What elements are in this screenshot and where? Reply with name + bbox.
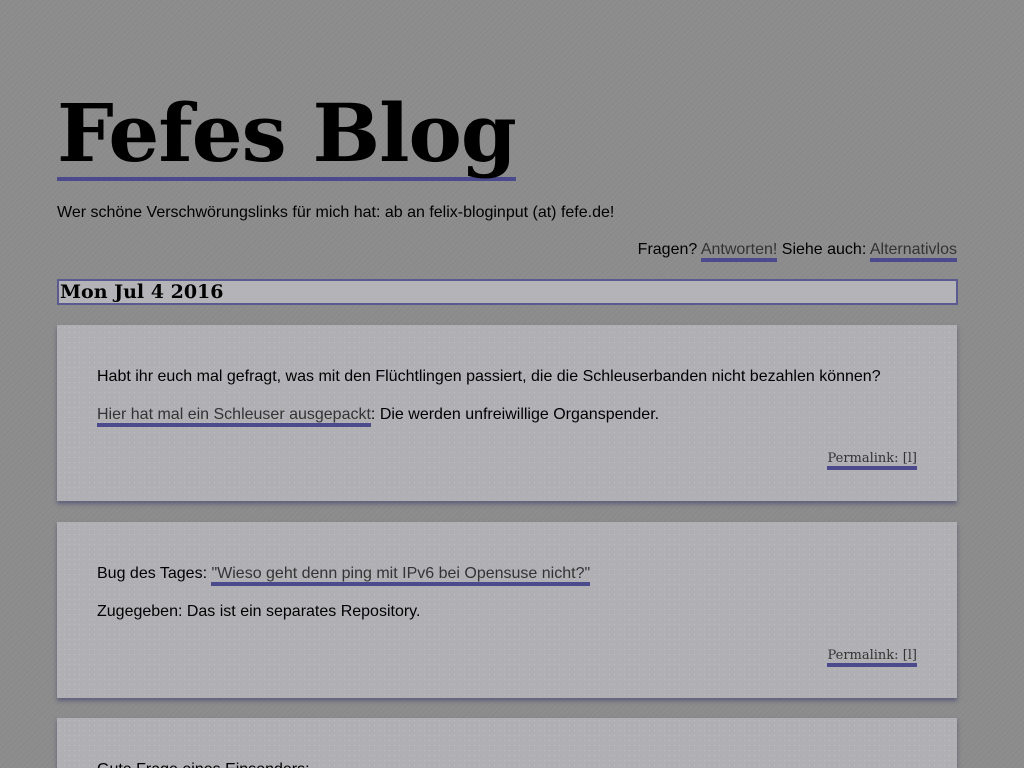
post-text: Gute Frage eines Einsenders: [97,760,310,768]
post-text-prefix: Bug des Tages: [97,565,212,582]
post-text: Habt ihr euch mal gefragt, was mit den F… [97,368,881,385]
blog-post: Bug des Tages: "Wieso geht denn ping mit… [57,522,957,698]
alternativlos-link[interactable]: Alternativlos [869,241,957,262]
blog-post: Gute Frage eines Einsenders: [57,718,957,768]
date-heading: Mon Jul 4 2016 [57,279,958,305]
post-text: Bug des Tages: "Wieso geht denn ping mit… [97,564,591,586]
post-text-rest: : Die werden unfreiwillige Organspender. [370,406,660,423]
permalink-link[interactable]: Permalink: [l] [827,648,917,667]
site-tagline: Wer schöne Verschwörungslinks für mich h… [57,204,615,221]
post-text: Zugegeben: Das ist ein separates Reposit… [97,603,421,620]
post-link[interactable]: "Wieso geht denn ping mit IPv6 bei Opens… [211,565,591,586]
permalink: Permalink: [l] [827,648,917,667]
blog-post: Habt ihr euch mal gefragt, was mit den F… [57,325,957,501]
permalink-link[interactable]: Permalink: [l] [827,451,917,470]
top-nav: Fragen? Antworten! Siehe auch: Alternati… [637,240,957,262]
post-link[interactable]: Hier hat mal ein Schleuser ausgepackt [97,406,371,427]
post-text: Hier hat mal ein Schleuser ausgepackt: D… [97,405,660,427]
answers-link[interactable]: Antworten! [700,241,778,262]
site-title-link[interactable]: Fefes Blog [57,89,517,181]
permalink: Permalink: [l] [827,451,917,470]
questions-text: Fragen? [637,241,698,258]
see-also-text: Siehe auch: [781,241,867,258]
site-title: Fefes Blog [57,88,517,181]
